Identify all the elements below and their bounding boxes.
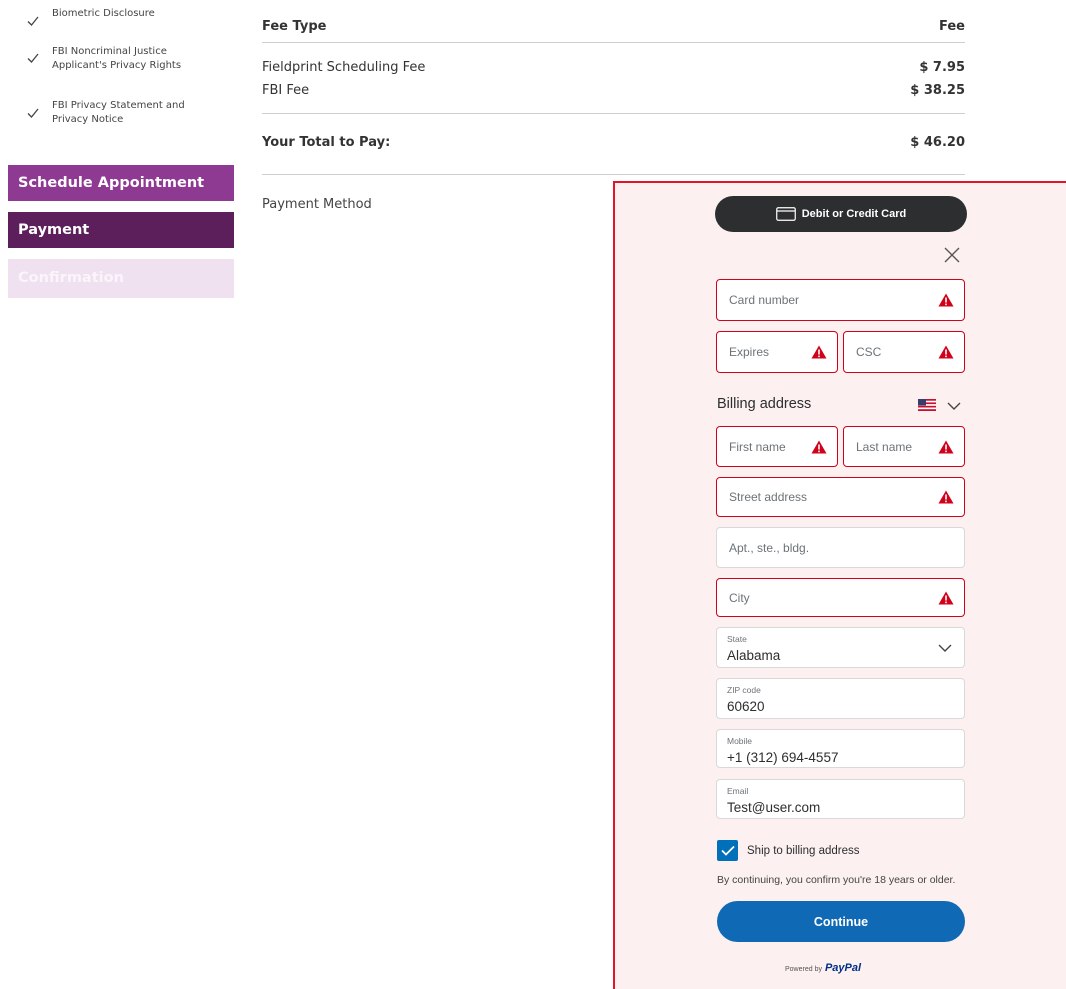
- first-name-field[interactable]: First name: [716, 426, 838, 467]
- age-confirmation-note: By continuing, you confirm you're 18 yea…: [717, 874, 956, 886]
- ship-to-billing-checkbox[interactable]: Ship to billing address: [717, 840, 860, 861]
- check-icon: [27, 16, 39, 26]
- us-flag-icon[interactable]: [918, 399, 936, 411]
- mobile-field[interactable]: Mobile +1 (312) 694-4557: [716, 729, 965, 768]
- divider: [262, 113, 965, 114]
- divider: [262, 42, 965, 43]
- payment-method-label: Payment Method: [262, 197, 372, 212]
- city-placeholder: City: [729, 590, 750, 605]
- zip-code-value: 60620: [727, 699, 765, 714]
- total-row: Your Total to Pay: $ 46.20: [262, 135, 965, 150]
- paypal-card-form: Debit or Credit Card Card number Expires…: [613, 181, 1066, 989]
- chevron-down-icon[interactable]: [947, 401, 961, 411]
- card-icon: [775, 207, 796, 221]
- mobile-label: Mobile: [727, 736, 753, 746]
- total-amount: $ 46.20: [910, 135, 965, 150]
- card-button-label: Debit or Credit Card: [801, 208, 907, 220]
- warning-icon: [811, 440, 827, 453]
- warning-icon: [938, 490, 954, 504]
- fee-type-header: Fee Type: [262, 19, 327, 34]
- fee-table-header: Fee Type Fee: [262, 19, 965, 34]
- step-confirmation: Confirmation: [8, 259, 234, 298]
- warning-icon: [938, 440, 954, 453]
- zip-code-field[interactable]: ZIP code 60620: [716, 678, 965, 719]
- warning-icon: [938, 345, 954, 359]
- csc-field[interactable]: CSC: [843, 331, 965, 373]
- check-icon: [27, 53, 39, 63]
- sidebar-item-label: Biometric Disclosure: [52, 8, 155, 19]
- ship-to-billing-label: Ship to billing address: [747, 844, 860, 857]
- paypal-logo: PayPal: [824, 962, 862, 974]
- card-number-placeholder: Card number: [729, 293, 800, 307]
- email-label: Email: [727, 786, 749, 796]
- sidebar-item-label-line2: Privacy Notice: [52, 114, 124, 125]
- sidebar-item-label-line2: Applicant's Privacy Rights: [52, 60, 182, 71]
- state-value: Alabama: [727, 648, 781, 663]
- sidebar-item-biometric-disclosure[interactable]: Biometric Disclosure: [8, 0, 234, 30]
- table-row: Fieldprint Scheduling Fee $ 7.95: [262, 60, 965, 75]
- billing-address-heading: Billing address: [717, 396, 812, 412]
- card-number-field[interactable]: Card number: [716, 279, 965, 321]
- sidebar-item-fbi-privacy-rights[interactable]: FBI Noncriminal Justice Applicant's Priv…: [8, 30, 234, 85]
- warning-icon: [811, 345, 827, 359]
- divider: [262, 174, 965, 175]
- first-name-placeholder: First name: [729, 439, 786, 454]
- expires-placeholder: Expires: [729, 345, 770, 359]
- sidebar: Biometric Disclosure FBI Noncriminal Jus…: [8, 0, 234, 309]
- sidebar-item-fbi-privacy-statement[interactable]: FBI Privacy Statement and Privacy Notice: [8, 85, 234, 140]
- state-select[interactable]: State Alabama: [716, 627, 965, 668]
- apt-field[interactable]: Apt., ste., bldg.: [716, 527, 965, 568]
- last-name-field[interactable]: Last name: [843, 426, 965, 467]
- step-schedule-appointment[interactable]: Schedule Appointment: [8, 165, 234, 201]
- check-icon: [27, 108, 39, 118]
- last-name-placeholder: Last name: [856, 439, 913, 454]
- state-label: State: [727, 634, 747, 644]
- fee-name: Fieldprint Scheduling Fee: [262, 60, 426, 75]
- street-address-field[interactable]: Street address: [716, 477, 965, 517]
- powered-by-paypal: Powered by PayPal: [785, 962, 861, 974]
- fee-amount: $ 7.95: [919, 60, 965, 75]
- apt-placeholder: Apt., ste., bldg.: [729, 540, 810, 555]
- fee-header: Fee: [939, 19, 965, 34]
- chevron-down-icon: [938, 644, 952, 652]
- email-field[interactable]: Email Test@user.com: [716, 779, 965, 819]
- expires-field[interactable]: Expires: [716, 331, 838, 373]
- sidebar-item-label: FBI Noncriminal Justice: [52, 46, 167, 57]
- checkmark-icon: [720, 845, 735, 856]
- close-icon[interactable]: [942, 245, 962, 265]
- mobile-value: +1 (312) 694-4557: [727, 750, 839, 765]
- total-label: Your Total to Pay:: [262, 135, 391, 150]
- fee-amount: $ 38.25: [910, 83, 965, 98]
- continue-button[interactable]: Continue: [717, 901, 965, 942]
- powered-by-text: Powered by: [785, 966, 822, 973]
- step-payment[interactable]: Payment: [8, 212, 234, 248]
- table-row: FBI Fee $ 38.25: [262, 83, 965, 98]
- street-address-placeholder: Street address: [729, 490, 808, 504]
- debit-credit-card-button[interactable]: Debit or Credit Card: [715, 196, 967, 232]
- csc-placeholder: CSC: [856, 345, 882, 359]
- sidebar-item-label: FBI Privacy Statement and: [52, 100, 185, 111]
- email-value: Test@user.com: [727, 800, 821, 815]
- fee-name: FBI Fee: [262, 83, 310, 98]
- warning-icon: [938, 293, 954, 307]
- zip-code-label: ZIP code: [727, 685, 761, 695]
- checkbox-checked[interactable]: [717, 840, 738, 861]
- warning-icon: [938, 591, 954, 604]
- city-field[interactable]: City: [716, 578, 965, 617]
